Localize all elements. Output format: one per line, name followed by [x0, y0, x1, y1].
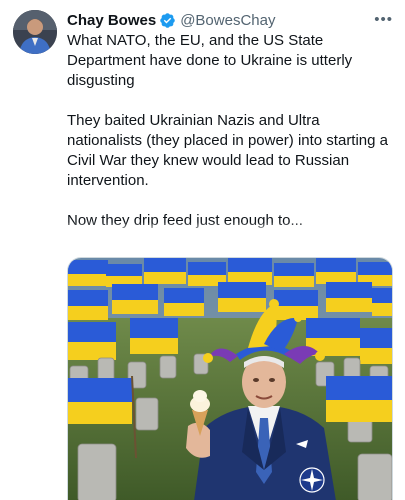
tweet-paragraph: They baited Ukrainian Nazis and Ultra na…	[67, 112, 389, 189]
verified-badge-icon	[159, 12, 176, 29]
tweet-media-image[interactable]	[67, 257, 393, 500]
media-illustration	[68, 258, 392, 500]
author-handle[interactable]: @BowesChay	[180, 12, 275, 29]
tweet-paragraph: What NATO, the EU, and the US State Depa…	[67, 32, 353, 89]
author-name[interactable]: Chay Bowes	[67, 12, 156, 29]
avatar-image	[13, 10, 57, 54]
text-fade-overlay	[60, 228, 405, 256]
tweet-header: Chay Bowes @BowesChay •••	[67, 10, 393, 30]
author-avatar[interactable]	[13, 10, 57, 54]
more-options-icon[interactable]: •••	[374, 11, 393, 28]
tweet-body: What NATO, the EU, and the US State Depa…	[67, 31, 397, 251]
